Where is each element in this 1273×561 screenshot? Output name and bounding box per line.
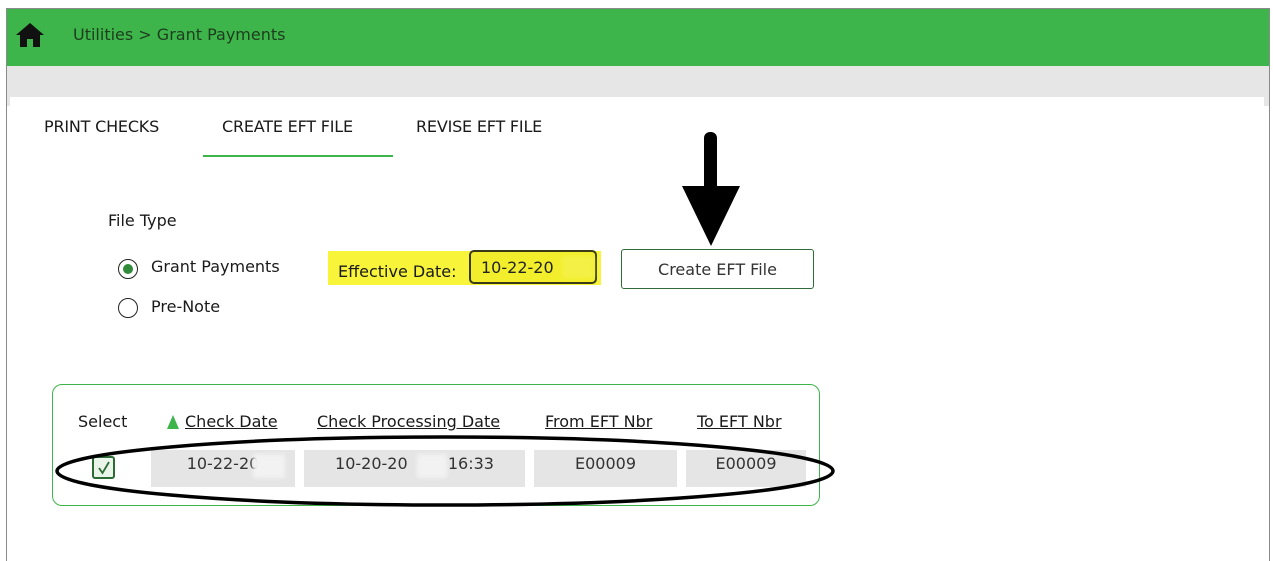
radio-selected-dot xyxy=(122,263,133,274)
check-date-value: 10-22-20 xyxy=(186,454,260,473)
radio-pre-note-label[interactable]: Pre-Note xyxy=(151,297,220,316)
file-type-label: File Type xyxy=(108,211,177,230)
column-check-processing-date[interactable]: Check Processing Date xyxy=(317,412,500,431)
check-processing-time-value: 16:33 xyxy=(447,454,494,473)
active-tab-indicator xyxy=(203,155,393,157)
cell-from-eft-nbr: E00009 xyxy=(534,450,677,487)
row-select-checkbox[interactable] xyxy=(92,456,115,479)
checkmark-icon xyxy=(98,461,110,475)
check-processing-date-value: 10-20-20 xyxy=(335,454,408,473)
eft-grid xyxy=(52,384,820,506)
radio-pre-note[interactable] xyxy=(118,298,138,318)
cell-check-processing-date: 10-20-20 16:33 xyxy=(304,450,525,487)
tab-create-eft-file[interactable]: CREATE EFT FILE xyxy=(222,117,353,136)
home-icon[interactable] xyxy=(13,20,47,50)
redacted-check-date-portion xyxy=(253,454,285,478)
header-bar: Utilities > Grant Payments xyxy=(7,9,1269,66)
from-eft-nbr-value: E00009 xyxy=(574,454,636,473)
annotation-arrow-icon xyxy=(682,132,740,246)
column-select: Select xyxy=(78,412,128,431)
column-to-eft-nbr[interactable]: To EFT Nbr xyxy=(697,412,782,431)
redacted-processing-date-portion xyxy=(417,454,447,478)
sort-ascending-icon[interactable] xyxy=(166,414,180,430)
to-eft-nbr-value: E00009 xyxy=(715,454,777,473)
radio-grant-payments-label[interactable]: Grant Payments xyxy=(151,257,280,276)
cell-to-eft-nbr: E00009 xyxy=(686,450,806,487)
radio-grant-payments[interactable] xyxy=(118,259,138,279)
column-check-date[interactable]: Check Date xyxy=(185,412,278,431)
breadcrumb[interactable]: Utilities > Grant Payments xyxy=(73,25,285,44)
effective-date-label: Effective Date: xyxy=(338,262,457,281)
create-eft-file-button[interactable]: Create EFT File xyxy=(621,249,814,289)
column-from-eft-nbr[interactable]: From EFT Nbr xyxy=(545,412,652,431)
tab-print-checks[interactable]: PRINT CHECKS xyxy=(44,117,159,136)
redacted-date-portion xyxy=(562,256,594,278)
tab-revise-eft-file[interactable]: REVISE EFT FILE xyxy=(416,117,542,136)
